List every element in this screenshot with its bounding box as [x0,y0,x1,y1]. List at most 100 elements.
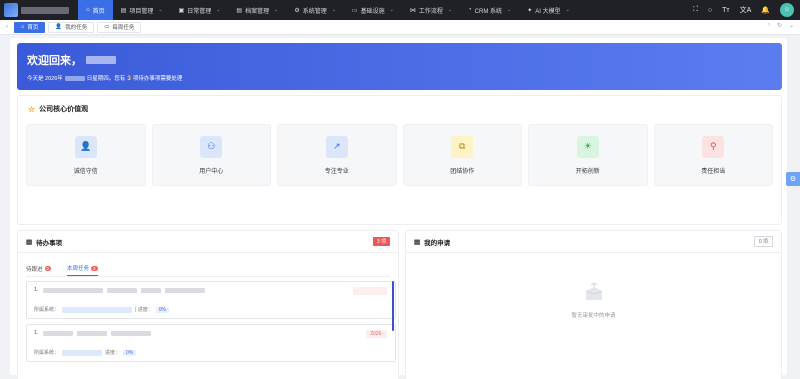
nav-right-toolbar: ⛶ ○ Tт 文A 🔔 ☺ [693,0,800,20]
todo-title: 待办事项 [36,239,63,247]
value-card[interactable]: 👤 诚信守信 [26,124,146,186]
nav-item-7[interactable]: ◔ CRM 系统 ⌄ [460,0,519,20]
tab-label: 每周任务 [112,25,135,31]
subtab-count: 3 [91,265,98,271]
logo[interactable] [0,0,78,20]
tab-1[interactable]: 👤 我的任务 [48,21,95,33]
nav-item-5[interactable]: ▭ 基础设施 ⌄ [344,0,402,20]
search-icon[interactable]: ○ [708,7,712,14]
refresh-icon[interactable]: ↻ [777,22,782,29]
tabs-menu-icon[interactable]: ⌄ [789,22,794,29]
progress-value: 0% [123,349,137,356]
todo-subtab-1[interactable]: 本周任务 3 [67,264,98,276]
nav-icon: ▤ [236,7,243,14]
tab-icon: ⌂ [21,24,25,30]
welcome-banner: 欢迎回来， 今天是 2026年 日星期四。您有 3 项待办事项需要处理 [17,43,782,90]
tab-icon: ▭ [104,24,110,30]
task-item[interactable]: 1. 2026- 所属系统： 进度： 0% [26,324,396,362]
user-name-blurred [86,56,116,64]
chevron-down-icon: ⌄ [331,7,336,13]
value-icon: ⚇ [200,135,223,158]
nav-item-1[interactable]: ▤ 项目管理 ⌄ [113,0,171,20]
nav-item-8[interactable]: ✦ AI 大模型 ⌄ [519,0,578,20]
system-label: 所属系统： [34,350,60,356]
task-title-row: 1. [34,330,388,336]
nav-icon: ✦ [527,7,533,14]
nav-label: 档案管理 [245,8,270,15]
value-label: 用户中心 [199,168,224,175]
progress-label: | 进度： [135,307,153,313]
avatar[interactable]: ☺ [780,3,794,17]
empty-text: 暂无审批中的申请 [571,313,616,319]
value-label: 责任担当 [701,168,726,175]
translate-icon[interactable]: 文A [740,5,752,15]
star-icon: ☆ [28,104,36,114]
nav-icon: ⋈ [409,7,416,14]
nav-icon: ▤ [120,7,127,14]
nav-item-6[interactable]: ⋈ 工作流程 ⌄ [402,0,460,20]
applications-count-badge: 0 项 [753,236,773,247]
empty-box-icon [585,282,602,300]
nav-menu: ⌂ 首页 ▤ 项目管理 ⌄ ▣ 日常管理 ⌄ ▤ 档案管理 ⌄ ⚙ 系统管理 ⌄ ▭ 基础设施 ⌄ ⋈ 工作流程 ⌄ ◔… [78,0,578,20]
todo-panel-header: ▤ 待办事项 3 项 [18,231,398,253]
divider [26,276,390,277]
task-index: 1. [34,287,39,293]
progress-label: 进度： [105,350,121,356]
tabs-scroll-right-icon[interactable]: › [768,22,770,29]
empty-state: 暂无审批中的申请 [406,281,781,319]
value-card[interactable]: ☀ 开拓创新 [528,124,648,186]
value-card[interactable]: ⚲ 责任担当 [653,124,773,186]
task-list[interactable]: 1. 所属系统： | 进度： 0% 1. 2026- 所属系统： 进度： 0% [26,281,396,366]
chevron-down-icon: ⌄ [274,7,279,13]
tab-2[interactable]: ▭ 每周任务 [97,21,142,33]
applications-title: 我的申请 [424,239,451,247]
scrollbar[interactable] [392,281,394,331]
task-index: 1. [34,330,39,336]
value-card[interactable]: ⚇ 用户中心 [151,124,271,186]
tab-icon: 👤 [55,24,63,30]
subtab-label: 本周任务 [67,266,90,272]
settings-float-button[interactable]: ⚙ [786,172,800,186]
font-size-icon[interactable]: Tт [722,7,729,14]
tab-label: 首页 [27,25,39,31]
todo-subtab-0[interactable]: 待跟进 0 [26,264,52,276]
subtab-label: 待跟进 [26,266,43,273]
tabs-bar: ‹ ⌂ 首页 👤 我的任务 ▭ 每周任务 › ↻ ⌄ [0,20,800,35]
chevron-down-icon: ⌄ [389,7,394,13]
date-blurred [64,75,85,81]
todo-panel: ▤ 待办事项 3 项 待跟进 0 本周任务 3 1. 所属系统： | 进度： 0% 1. 202… [17,230,399,379]
nav-item-2[interactable]: ▣ 日常管理 ⌄ [171,0,229,20]
chevron-down-icon: ⌄ [216,7,221,13]
nav-label: 项目管理 [129,8,154,15]
tab-0[interactable]: ⌂ 首页 [14,21,46,33]
chevron-down-icon: ⌄ [158,7,163,13]
chevron-down-icon: ⌄ [565,7,570,13]
fullscreen-icon[interactable]: ⛶ [693,6,698,14]
bell-icon[interactable]: 🔔 [761,6,770,14]
subtab-count: 0 [44,266,52,271]
applications-panel: ▤ 我的申请 0 项 暂无审批中的申请 [405,230,782,379]
task-title-blurred [76,330,107,336]
value-icon: 👤 [74,135,97,158]
applications-panel-header: ▤ 我的申请 0 项 [406,231,781,253]
main-content: 欢迎回来， 今天是 2026年 日星期四。您有 3 项待办事项需要处理 ☆ 公司… [10,38,787,379]
nav-icon: ◔ [468,7,472,13]
value-icon: ↗ [325,135,348,158]
nav-label: 基础设施 [360,8,385,15]
core-values-section: ☆ 公司核心价值观 👤 诚信守信 ⚇ 用户中心 ↗ 专注专业 ⧉ 团结协作 ☀ 开拓创新 ⚲ 责任担当 [17,95,782,225]
nav-icon: ▣ [178,7,185,14]
nav-item-4[interactable]: ⚙ 系统管理 ⌄ [286,0,344,20]
value-card[interactable]: ⧉ 团结协作 [402,124,522,186]
value-card[interactable]: ↗ 专注专业 [277,124,397,186]
nav-label: 工作流程 [418,8,443,15]
task-title-blurred [42,287,103,293]
nav-label: 日常管理 [187,8,212,15]
system-label: 所属系统： [34,307,60,313]
nav-item-0[interactable]: ⌂ 首页 [78,0,113,20]
nav-item-3[interactable]: ▤ 档案管理 ⌄ [228,0,286,20]
task-item[interactable]: 1. 所属系统： | 进度： 0% [26,281,396,319]
task-title-row: 1. [34,287,388,293]
value-label: 团结协作 [450,168,475,175]
welcome-subtext: 今天是 2026年 日星期四。您有 3 项待办事项需要处理 [27,74,183,83]
tabs-scroll-left-icon[interactable]: ‹ [0,24,14,30]
